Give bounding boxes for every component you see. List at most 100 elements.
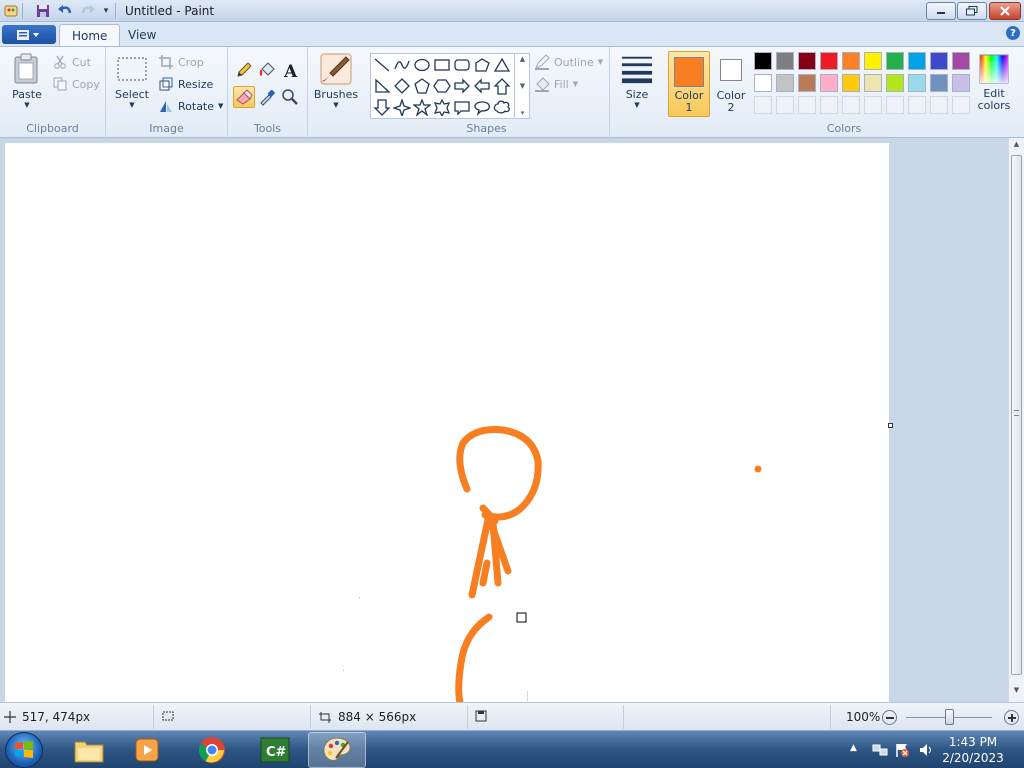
palette-swatch[interactable]	[776, 74, 794, 92]
edit-colors-button[interactable]: Edit colors	[974, 53, 1014, 112]
custom-color-slot[interactable]	[798, 96, 816, 114]
custom-color-slot[interactable]	[864, 96, 882, 114]
palette-swatch[interactable]	[798, 52, 816, 70]
shape-rounded-rect-callout-icon[interactable]	[452, 97, 472, 117]
palette-swatch[interactable]	[908, 74, 926, 92]
cut-button[interactable]: Cut	[52, 52, 91, 72]
shape-rounded-rectangle-icon[interactable]	[452, 55, 472, 75]
shape-hexagon-icon[interactable]	[432, 76, 452, 96]
redo-icon[interactable]	[80, 3, 96, 19]
crop-button[interactable]: Crop	[158, 52, 204, 72]
canvas-resize-handle[interactable]	[888, 423, 893, 428]
taskbar-explorer[interactable]	[60, 732, 118, 768]
shape-right-triangle-icon[interactable]	[372, 76, 392, 96]
vertical-scrollbar[interactable]: ▲ ▼	[1008, 138, 1024, 702]
paint-app-icon[interactable]	[3, 3, 19, 19]
shape-cloud-callout-icon[interactable]	[492, 97, 512, 117]
shape-six-point-star-icon[interactable]	[432, 97, 452, 117]
taskbar-paint[interactable]	[308, 732, 366, 768]
brushes-button[interactable]: Brushes ▼	[314, 53, 358, 109]
shape-down-arrow-icon[interactable]	[372, 97, 392, 117]
network-icon[interactable]	[872, 742, 888, 761]
restore-button[interactable]	[957, 2, 987, 20]
shape-right-arrow-icon[interactable]	[452, 76, 472, 96]
palette-swatch[interactable]	[776, 52, 794, 70]
shape-polygon-icon[interactable]	[472, 55, 492, 75]
close-button[interactable]	[989, 2, 1021, 20]
shapes-gallery-scroll[interactable]: ▲ ▼ ▾	[514, 53, 530, 119]
expand-gallery-icon[interactable]: ▾	[521, 109, 525, 117]
undo-icon[interactable]	[57, 3, 73, 19]
shape-curve-icon[interactable]	[392, 55, 412, 75]
taskbar-media-player[interactable]	[118, 732, 176, 768]
help-icon[interactable]: ?	[1006, 26, 1020, 40]
palette-swatch[interactable]	[754, 74, 772, 92]
application-menu-button[interactable]	[2, 25, 56, 44]
custom-color-slot[interactable]	[754, 96, 772, 114]
palette-swatch[interactable]	[930, 52, 948, 70]
select-button[interactable]: Select ▼	[114, 53, 150, 109]
custom-color-slot[interactable]	[930, 96, 948, 114]
taskbar-csharp-app[interactable]: C#	[246, 732, 304, 768]
palette-swatch[interactable]	[952, 74, 970, 92]
palette-swatch[interactable]	[886, 52, 904, 70]
scroll-down-arrow-icon[interactable]: ▼	[1011, 686, 1022, 696]
text-tool[interactable]: A	[279, 59, 301, 81]
palette-swatch[interactable]	[820, 74, 838, 92]
zoom-in-button[interactable]	[1004, 710, 1019, 725]
palette-swatch[interactable]	[842, 74, 860, 92]
custom-color-slot[interactable]	[908, 96, 926, 114]
palette-swatch[interactable]	[952, 52, 970, 70]
start-button[interactable]	[5, 732, 43, 768]
custom-color-slot[interactable]	[776, 96, 794, 114]
shape-oval-callout-icon[interactable]	[472, 97, 492, 117]
palette-swatch[interactable]	[886, 74, 904, 92]
eraser-tool[interactable]	[233, 86, 255, 108]
clock[interactable]: 1:43 PM 2/20/2023	[938, 734, 1008, 766]
palette-swatch[interactable]	[930, 74, 948, 92]
palette-swatch[interactable]	[842, 52, 860, 70]
tab-view[interactable]: View	[116, 24, 168, 46]
palette-swatch[interactable]	[754, 52, 772, 70]
custom-color-slot[interactable]	[820, 96, 838, 114]
palette-swatch[interactable]	[908, 52, 926, 70]
magnifier-tool[interactable]	[279, 86, 301, 108]
action-center-icon[interactable]	[894, 742, 910, 761]
scroll-down-icon[interactable]: ▼	[520, 82, 525, 90]
shape-pentagon-icon[interactable]	[412, 76, 432, 96]
shape-up-arrow-icon[interactable]	[492, 76, 512, 96]
shape-rectangle-icon[interactable]	[432, 55, 452, 75]
taskbar-chrome[interactable]	[183, 732, 241, 768]
custom-color-slot[interactable]	[842, 96, 860, 114]
custom-color-slot[interactable]	[952, 96, 970, 114]
shape-left-arrow-icon[interactable]	[472, 76, 492, 96]
save-icon[interactable]	[35, 3, 51, 19]
volume-icon[interactable]	[918, 742, 934, 761]
resize-button[interactable]: Resize	[158, 74, 213, 94]
minimize-button[interactable]	[926, 2, 956, 20]
customize-toolbar-icon[interactable]: ▾	[98, 3, 114, 19]
tab-home[interactable]: Home	[59, 24, 121, 46]
shape-four-point-star-icon[interactable]	[392, 97, 412, 117]
outline-button[interactable]: Outline ▼	[534, 52, 603, 72]
size-button[interactable]: Size ▼	[618, 53, 656, 109]
fill-button[interactable]: Fill ▼	[534, 74, 578, 94]
pencil-tool[interactable]	[233, 59, 255, 81]
custom-color-slot[interactable]	[886, 96, 904, 114]
palette-swatch[interactable]	[798, 74, 816, 92]
shape-oval-icon[interactable]	[412, 55, 432, 75]
zoom-slider-thumb[interactable]	[945, 709, 954, 725]
shape-triangle-icon[interactable]	[492, 55, 512, 75]
shape-diamond-icon[interactable]	[392, 76, 412, 96]
fill-tool[interactable]	[256, 59, 278, 81]
color-picker-tool[interactable]	[256, 86, 278, 108]
drawing-canvas[interactable]	[5, 143, 889, 702]
scroll-up-icon[interactable]: ▲	[520, 55, 525, 63]
paste-button[interactable]: Paste ▼	[8, 53, 46, 109]
rotate-button[interactable]: Rotate ▼	[158, 96, 223, 116]
scroll-up-arrow-icon[interactable]: ▲	[1011, 140, 1022, 150]
scrollbar-thumb[interactable]	[1011, 155, 1022, 675]
copy-button[interactable]: Copy	[52, 74, 100, 94]
shape-five-point-star-icon[interactable]	[412, 97, 432, 117]
palette-swatch[interactable]	[820, 52, 838, 70]
